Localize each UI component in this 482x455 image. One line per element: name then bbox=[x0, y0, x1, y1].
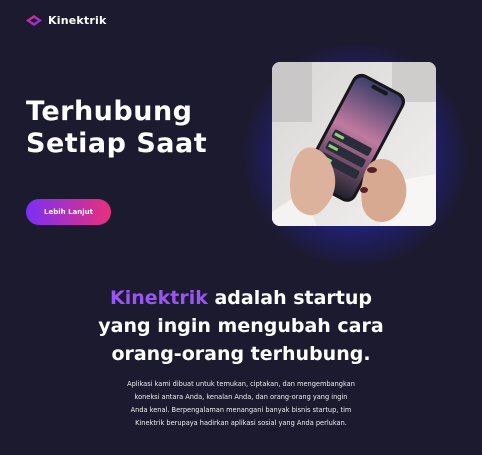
diamond-logo-icon[interactable] bbox=[26, 15, 42, 26]
hero-title: Terhubung Setiap Saat bbox=[26, 96, 207, 160]
top-nav: Kinektrik bbox=[26, 14, 106, 27]
lead-line-3: orang-orang terhubung. bbox=[111, 343, 371, 365]
brand-name[interactable]: Kinektrik bbox=[48, 14, 106, 27]
lead-line-2: yang ingin mengubah cara bbox=[98, 315, 384, 337]
lead-brand: Kinektrik bbox=[109, 287, 208, 309]
description-line-1: Aplikasi kami dibuat untuk temukan, cipt… bbox=[127, 380, 355, 388]
description-line-2: koneksi antara Anda, kenalan Anda, dan o… bbox=[134, 393, 348, 401]
hero-title-line-2: Setiap Saat bbox=[26, 128, 208, 159]
hero-title-line-1: Terhubung bbox=[26, 96, 193, 127]
about-lead: Kinektrik adalah startup yang ingin meng… bbox=[60, 284, 422, 368]
about-description: Aplikasi kami dibuat untuk temukan, cipt… bbox=[95, 378, 387, 430]
lead-line-1-rest: adalah startup bbox=[207, 287, 373, 309]
description-line-4: Kinektrik berupaya hadirkan aplikasi sos… bbox=[135, 419, 347, 427]
phone-in-hands-photo bbox=[272, 62, 436, 226]
description-line-3: Anda kenal. Berpengalaman menangani bany… bbox=[130, 406, 352, 414]
learn-more-button[interactable]: Lebih Lanjut bbox=[26, 199, 111, 225]
